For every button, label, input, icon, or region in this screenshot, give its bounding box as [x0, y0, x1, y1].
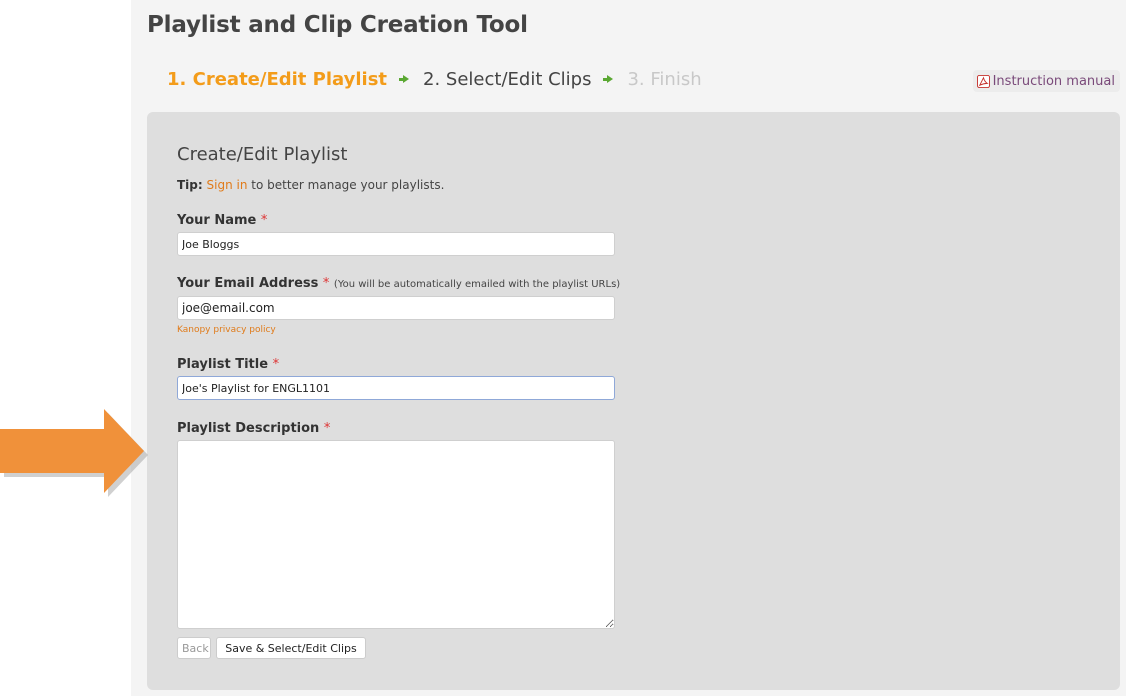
save-select-edit-clips-button[interactable]: Save & Select/Edit Clips: [216, 637, 366, 659]
required-mark: *: [260, 213, 268, 228]
pdf-icon: [976, 74, 990, 88]
playlist-title-input[interactable]: [177, 376, 615, 400]
required-mark: *: [322, 276, 330, 291]
email-note: (You will be automatically emailed with …: [333, 279, 621, 290]
page: Playlist and Clip Creation Tool 1. Creat…: [131, 0, 1126, 696]
privacy-policy-link[interactable]: Kanopy privacy policy: [177, 325, 276, 335]
playlist-description-label-text: Playlist Description: [177, 421, 320, 436]
step-arrow-icon: [603, 75, 614, 83]
sign-in-tip: Tip: Sign in to better manage your playl…: [177, 178, 444, 192]
playlist-form-panel: Create/Edit Playlist Tip: Sign in to bet…: [147, 112, 1120, 690]
callout-arrow-icon: [0, 409, 148, 497]
playlist-description-label: Playlist Description *: [177, 421, 330, 436]
sign-in-link[interactable]: Sign in: [207, 178, 248, 192]
step-breadcrumb: 1. Create/Edit Playlist 2. Select/Edit C…: [167, 66, 702, 92]
tip-prefix: Tip:: [177, 178, 203, 192]
playlist-description-textarea[interactable]: [177, 440, 615, 629]
step-finish: 3. Finish: [627, 68, 702, 90]
step-arrow-icon: [399, 75, 410, 83]
step-select-edit-clips[interactable]: 2. Select/Edit Clips: [423, 69, 591, 90]
name-label-text: Your Name: [177, 213, 257, 228]
name-label: Your Name *: [177, 213, 267, 228]
email-label-text: Your Email Address: [177, 276, 319, 291]
required-mark: *: [272, 357, 280, 372]
playlist-title-label: Playlist Title *: [177, 357, 279, 372]
form-heading: Create/Edit Playlist: [177, 144, 348, 165]
instruction-manual-link[interactable]: Instruction manual: [972, 70, 1120, 92]
required-mark: *: [323, 421, 331, 436]
email-input[interactable]: [177, 296, 615, 320]
tip-text: to better manage your playlists.: [251, 178, 445, 192]
playlist-title-label-text: Playlist Title: [177, 357, 269, 372]
name-input[interactable]: [177, 232, 615, 256]
step-create-edit-playlist[interactable]: 1. Create/Edit Playlist: [167, 69, 387, 90]
page-title: Playlist and Clip Creation Tool: [147, 12, 528, 38]
instruction-manual-label: Instruction manual: [992, 73, 1115, 89]
email-label: Your Email Address * (You will be automa…: [177, 276, 620, 291]
back-button[interactable]: Back: [177, 637, 211, 659]
